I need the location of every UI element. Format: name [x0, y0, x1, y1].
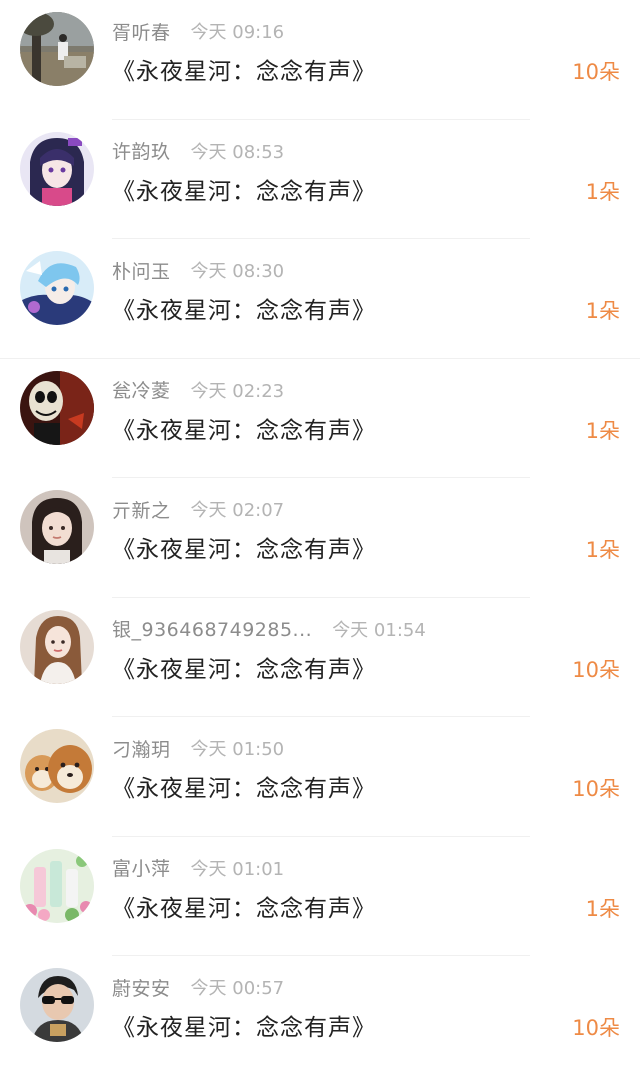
flower-count: 1朵 — [585, 418, 620, 443]
record-meta: 胥听春 今天 09:16 — [112, 18, 284, 44]
flower-count: 1朵 — [585, 538, 620, 562]
flower-count: 1朵 — [585, 299, 620, 323]
user-avatar[interactable] — [20, 848, 94, 923]
user-avatar[interactable] — [20, 12, 94, 86]
user-avatar[interactable] — [20, 968, 94, 1042]
timestamp: 今天 01:50 — [190, 739, 285, 760]
avatar-shiba-dogs-icon — [20, 729, 94, 803]
list-item[interactable]: 瓮冷菱 今天 02:23 《永夜星河：念念有声》 1朵 — [0, 359, 640, 478]
record-meta: 亓新之 今天 02:07 — [112, 496, 284, 522]
record-meta: 银_936468749285... 今天 01:54 — [112, 616, 426, 642]
flower-count: 10朵 — [572, 777, 620, 801]
username[interactable]: 瓮冷菱 — [112, 376, 171, 403]
user-avatar[interactable] — [20, 370, 94, 445]
record-meta: 蔚安安 今天 00:57 — [112, 974, 284, 1000]
user-avatar[interactable] — [20, 251, 94, 325]
avatar-photo-tree-outdoor-icon — [20, 12, 94, 86]
book-title[interactable]: 《永夜星河：念念有声》 — [112, 769, 376, 803]
avatar-bottles-flowers-icon — [20, 848, 94, 923]
avatar-anime-girl-dark-icon — [20, 131, 94, 206]
username[interactable]: 蔚安安 — [112, 974, 171, 1001]
record-meta: 许韵玖 今天 08:53 — [112, 138, 284, 164]
timestamp: 今天 01:01 — [190, 858, 285, 880]
flower-count: 1朵 — [585, 896, 620, 921]
book-title[interactable]: 《永夜星河：念念有声》 — [112, 172, 376, 206]
user-avatar[interactable] — [20, 609, 94, 684]
timestamp: 今天 00:57 — [190, 978, 285, 999]
username[interactable]: 刁瀚玥 — [112, 735, 171, 762]
avatar-skull-character-icon — [20, 370, 94, 445]
book-title[interactable]: 《永夜星河：念念有声》 — [112, 530, 376, 564]
book-title[interactable]: 《永夜星河：念念有声》 — [112, 889, 376, 923]
timestamp: 今天 01:54 — [332, 619, 426, 641]
record-meta: 富小萍 今天 01:01 — [112, 855, 284, 881]
timestamp: 今天 08:53 — [190, 141, 285, 163]
gift-record-list: 胥听春 今天 09:16 《永夜星河：念念有声》 10朵 许韵玖 今天 08:5… — [0, 0, 640, 1057]
list-item[interactable]: 银_936468749285... 今天 01:54 《永夜星河：念念有声》 1… — [0, 598, 640, 717]
list-item[interactable]: 朴问玉 今天 08:30 《永夜星河：念念有声》 1朵 — [0, 239, 640, 359]
user-avatar[interactable] — [20, 729, 94, 803]
book-title[interactable]: 《永夜星河：念念有声》 — [112, 411, 376, 445]
username[interactable]: 许韵玖 — [112, 137, 171, 164]
timestamp: 今天 02:07 — [190, 500, 285, 521]
timestamp: 今天 02:23 — [190, 380, 285, 402]
book-title[interactable]: 《永夜星河：念念有声》 — [112, 52, 376, 86]
username[interactable]: 朴问玉 — [112, 257, 171, 284]
timestamp: 今天 09:16 — [190, 22, 285, 43]
list-item[interactable]: 亓新之 今天 02:07 《永夜星河：念念有声》 1朵 — [0, 478, 640, 598]
record-meta: 瓮冷菱 今天 02:23 — [112, 377, 284, 403]
record-meta: 朴问玉 今天 08:30 — [112, 257, 284, 283]
avatar-girl-portrait-icon — [20, 490, 94, 564]
book-title[interactable]: 《永夜星河：念念有声》 — [112, 650, 376, 684]
user-avatar[interactable] — [20, 131, 94, 206]
user-avatar[interactable] — [20, 490, 94, 564]
username[interactable]: 亓新之 — [112, 496, 171, 523]
record-meta: 刁瀚玥 今天 01:50 — [112, 735, 284, 761]
list-item[interactable]: 刁瀚玥 今天 01:50 《永夜星河：念念有声》 10朵 — [0, 717, 640, 837]
timestamp: 今天 08:30 — [190, 261, 285, 282]
list-item[interactable]: 蔚安安 今天 00:57 《永夜星河：念念有声》 10朵 — [0, 956, 640, 1076]
avatar-anime-boy-blue-icon — [20, 251, 94, 325]
list-item[interactable]: 富小萍 今天 01:01 《永夜星河：念念有声》 1朵 — [0, 837, 640, 956]
flower-count: 1朵 — [585, 179, 620, 204]
list-item[interactable]: 胥听春 今天 09:16 《永夜星河：念念有声》 10朵 — [0, 0, 640, 120]
username[interactable]: 富小萍 — [112, 854, 171, 881]
flower-count: 10朵 — [572, 60, 620, 84]
book-title[interactable]: 《永夜星河：念念有声》 — [112, 1008, 376, 1042]
flower-count: 10朵 — [572, 657, 620, 682]
avatar-woman-long-hair-icon — [20, 609, 94, 684]
list-item[interactable]: 许韵玖 今天 08:53 《永夜星河：念念有声》 1朵 — [0, 120, 640, 239]
flower-count: 10朵 — [572, 1016, 620, 1040]
username[interactable]: 银_936468749285... — [112, 615, 312, 642]
avatar-man-sunglasses-icon — [20, 968, 94, 1042]
book-title[interactable]: 《永夜星河：念念有声》 — [112, 291, 376, 325]
username[interactable]: 胥听春 — [112, 18, 171, 45]
